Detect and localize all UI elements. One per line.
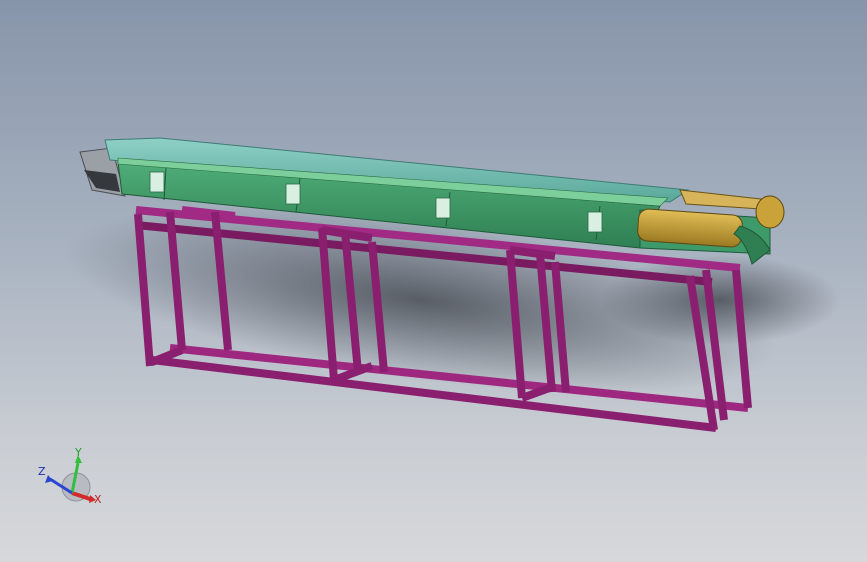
z-axis-label: Z [38,465,46,478]
y-axis-label: Y [74,446,82,459]
orientation-triad[interactable]: X Y Z [28,445,118,515]
graphics-viewport[interactable]: X Y Z [0,0,867,562]
conveyor-3d-model[interactable] [0,0,867,562]
x-axis-label: X [94,493,102,506]
